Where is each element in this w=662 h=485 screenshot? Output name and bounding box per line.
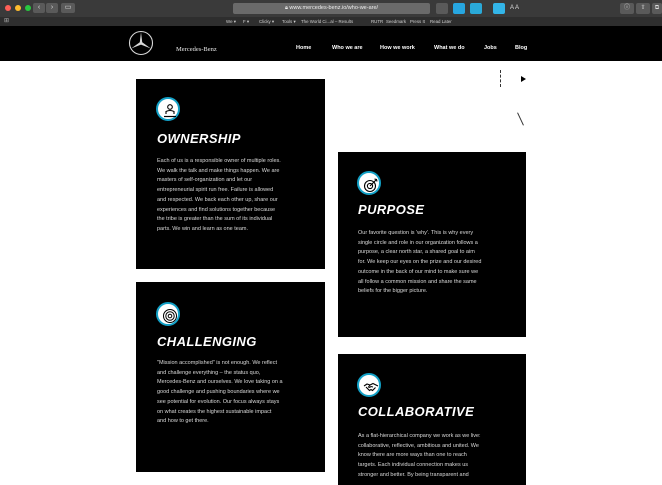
bookmark-item[interactable]: The World Ci...al – Results — [301, 17, 353, 26]
bookmarks-bar: ⊞ We ▾ F ▾ Clicky ▾ Tools ▾ The World Ci… — [0, 17, 662, 26]
person-hand-icon — [156, 97, 180, 121]
spiral-target-icon — [156, 302, 180, 326]
top-sites-icon[interactable]: ⊞ — [4, 18, 9, 25]
card-body-line: Our favorite question is 'why'. This is … — [358, 230, 474, 236]
bookmark-item[interactable]: Read Later — [430, 17, 452, 26]
close-window-icon[interactable] — [5, 5, 11, 11]
card-collaborative: COLLABORATIVE As a flat-hierarchical com… — [338, 354, 526, 485]
sidebar-toggle-icon[interactable]: ▭ — [61, 3, 75, 13]
mouse-cursor — [521, 76, 526, 82]
card-body-line: We walk the talk and make things happen.… — [157, 167, 280, 174]
bookmark-item[interactable]: F ▾ — [243, 17, 249, 26]
card-body-line: good challenge and pushing boundaries wh… — [157, 389, 280, 396]
card-body-line: on what creates the highest sustainable … — [157, 408, 272, 415]
card-title: OWNERSHIP — [157, 131, 241, 146]
nav-who-we-are[interactable]: Who we are — [332, 45, 363, 51]
bookmark-item[interactable]: Clicky ▾ — [259, 17, 274, 26]
card-body-line: the tribe is greater than the sum of its… — [157, 216, 273, 223]
extension-icon[interactable] — [453, 3, 465, 14]
nav-what-we-do[interactable]: What we do — [434, 45, 465, 51]
card-body-line: Mercedes-Benz and ourselves. We love tak… — [157, 379, 283, 386]
address-bar[interactable]: 🔒︎ www.mercedes-benz.io/who-we-are/ — [233, 3, 430, 14]
handshake-icon — [357, 373, 381, 397]
card-body: As a flat-hierarchical company we work a… — [358, 432, 526, 481]
card-body-line: all follow a common mission and share th… — [358, 278, 477, 285]
card-body-line: stronger and better. By being transparen… — [358, 471, 469, 478]
card-body-line: parts. We win and learn as one team. — [157, 225, 249, 232]
card-title: PURPOSE — [358, 202, 425, 217]
card-body-line: masters of self-organization and let our — [157, 177, 253, 184]
card-ownership: OWNERSHIP Each of us is a responsible ow… — [136, 79, 325, 269]
window-controls — [5, 5, 31, 11]
card-purpose: PURPOSE Our favorite question is 'why'. … — [338, 152, 526, 337]
bookmark-item[interactable]: Press It — [410, 17, 425, 26]
card-body-line: single circle and role in our organizati… — [358, 239, 478, 246]
card-body-line: Each of us is a responsible owner of mul… — [157, 158, 281, 164]
card-challenging: CHALLENGING "Mission accomplished" is no… — [136, 282, 325, 472]
card-body-line: entrepreneurial spirit run free. Failure… — [157, 187, 274, 194]
back-button[interactable]: ‹ — [33, 3, 45, 13]
card-body-line: for. We keep our eyes on the prize and o… — [358, 259, 482, 266]
extension-icon[interactable] — [493, 3, 505, 14]
forward-button[interactable]: › — [46, 3, 58, 13]
bookmark-item[interactable]: Seedmark — [386, 17, 406, 26]
decorative-line — [517, 112, 524, 126]
card-body: "Mission accomplished" is not enough. We… — [157, 359, 327, 427]
reload-icon[interactable] — [436, 3, 448, 14]
card-body-line: As a flat-hierarchical company we work a… — [358, 433, 481, 439]
browser-toolbar: ‹ › ▭ 🔒︎ www.mercedes-benz.io/who-we-are… — [0, 0, 662, 17]
bookmark-item[interactable]: Tools ▾ — [282, 17, 296, 26]
card-body-line: and respected. We back each other up, sh… — [157, 196, 278, 203]
share-icon[interactable]: ⇧ — [636, 3, 650, 14]
tabs-icon[interactable]: ⧉ — [652, 3, 662, 14]
nav-blog[interactable]: Blog — [515, 45, 527, 51]
card-title: COLLABORATIVE — [358, 404, 475, 419]
card-body-line: purpose, a clear north star, a shared go… — [358, 249, 475, 256]
card-body-line: and how to get there. — [157, 418, 209, 425]
brand-wordmark[interactable]: Mercedes-Benz — [176, 46, 217, 53]
mercedes-star-logo[interactable] — [128, 30, 154, 56]
info-icon[interactable]: ⓘ — [620, 3, 634, 14]
card-body-line: collaborative, reflective, ambitious and… — [358, 442, 479, 449]
maximize-window-icon[interactable] — [25, 5, 31, 11]
url-text: www.mercedes-benz.io/who-we-are/ — [289, 5, 379, 11]
card-title: CHALLENGING — [157, 334, 257, 349]
target-icon — [357, 171, 381, 195]
extension-icon[interactable] — [470, 3, 482, 14]
card-body-line: and challenge everything – the status qu… — [157, 369, 261, 376]
card-body-line: experiences and find solutions together … — [157, 206, 276, 213]
card-body-line: see potential for evolution. Our focus a… — [157, 398, 280, 405]
card-body: Each of us is a responsible owner of mul… — [157, 157, 327, 235]
card-body-line: targets. Each individual connection make… — [358, 462, 469, 469]
minimize-window-icon[interactable] — [15, 5, 21, 11]
card-body-line: know there are more ways than one to rea… — [358, 452, 467, 459]
decorative-dashed-line — [500, 70, 501, 87]
card-body-line: "Mission accomplished" is not enough. We… — [157, 360, 277, 366]
card-body-line: beliefs for the bigger picture. — [358, 288, 428, 295]
nav-home[interactable]: Home — [296, 45, 311, 51]
nav-jobs[interactable]: Jobs — [484, 45, 497, 51]
card-body: Our favorite question is 'why'. This is … — [358, 229, 526, 297]
bookmark-item[interactable]: RUTR — [371, 17, 383, 26]
bookmark-item[interactable]: We ▾ — [226, 17, 236, 26]
site-header: Mercedes-Benz Home Who we are How we wor… — [0, 26, 662, 61]
reader-text-size[interactable]: A A — [510, 3, 519, 14]
nav-how-we-work[interactable]: How we work — [380, 45, 415, 51]
card-body-line: outcome in the back of our mind to make … — [358, 268, 479, 275]
